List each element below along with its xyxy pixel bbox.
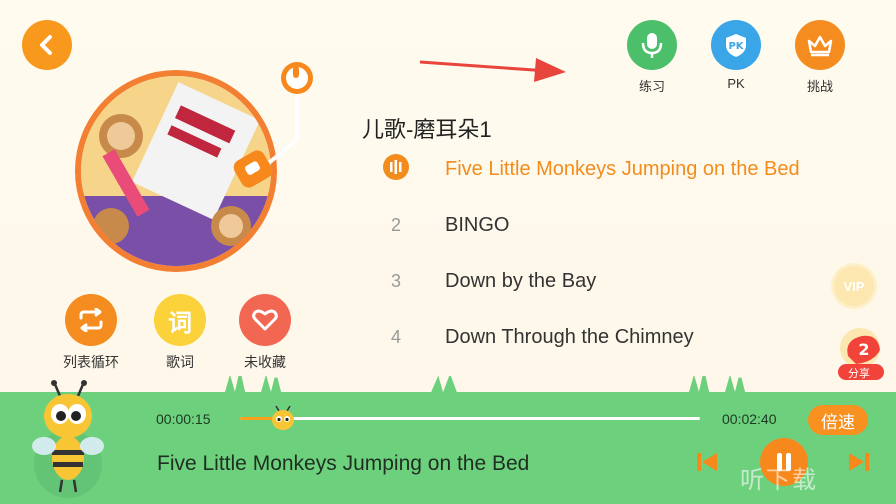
progress-thumb-bee-icon[interactable] [268, 405, 298, 431]
repeat-mode-label: 列表循环 [63, 354, 119, 370]
lyrics-button[interactable]: 词 歌词 [145, 294, 215, 372]
now-playing-icon [380, 153, 412, 186]
album-title: 儿歌-磨耳朵1 [362, 117, 492, 142]
track-number: 3 [390, 270, 401, 291]
now-playing-title: Five Little Monkeys Jumping on the Bed [157, 452, 530, 475]
challenge-label: 挑战 [806, 79, 833, 94]
track-item-1[interactable]: Five Little Monkeys Jumping on the Bed [380, 151, 850, 187]
repeat-icon [65, 294, 117, 346]
track-number: 4 [390, 326, 401, 347]
pk-shield-icon: PK [711, 20, 761, 70]
watermark-text: 听下载 [740, 466, 818, 494]
pk-label: PK [727, 76, 745, 91]
track-title: Down by the Bay [445, 269, 597, 292]
lyrics-icon: 词 [154, 294, 206, 346]
chevron-left-icon [40, 35, 52, 55]
back-button[interactable] [22, 20, 72, 70]
share-button[interactable]: 2 分享 [834, 322, 888, 382]
favorite-button[interactable]: 未收藏 [230, 294, 300, 372]
crown-icon [795, 20, 845, 70]
speed-button[interactable]: 倍速 [808, 405, 868, 435]
lyrics-label: 歌词 [166, 354, 194, 370]
vip-badge[interactable]: VIP [834, 266, 874, 306]
lyrics-glyph: 词 [168, 308, 192, 337]
total-time: 00:02:40 [722, 411, 777, 427]
track-item-2[interactable]: 2 BINGO [380, 207, 850, 243]
svg-text:PK: PK [728, 41, 744, 52]
microphone-icon [627, 20, 677, 70]
share-label: 分享 [848, 368, 870, 380]
track-number: 2 [390, 214, 401, 235]
track-title: BINGO [445, 213, 510, 236]
heart-icon [239, 294, 291, 346]
practice-label: 练习 [638, 79, 665, 94]
favorite-label: 未收藏 [244, 354, 286, 370]
svg-text:2: 2 [858, 340, 869, 359]
track-title: Down Through the Chimney [445, 325, 694, 348]
repeat-mode-button[interactable]: 列表循环 [56, 294, 126, 372]
next-button[interactable] [846, 450, 872, 474]
skip-next-icon [849, 453, 869, 471]
challenge-button[interactable]: 挑战 [790, 20, 850, 95]
bee-mascot-icon [32, 380, 104, 498]
track-item-3[interactable]: 3 Down by the Bay [380, 263, 850, 299]
progress-bar[interactable] [240, 417, 700, 420]
current-time: 00:00:15 [156, 411, 211, 427]
tonearm-icon [233, 62, 313, 188]
skip-previous-icon [697, 453, 717, 471]
pk-button[interactable]: PK PK [706, 20, 766, 91]
previous-button[interactable] [694, 450, 720, 474]
track-title: Five Little Monkeys Jumping on the Bed [445, 157, 800, 180]
track-item-4[interactable]: 4 Down Through the Chimney [380, 319, 850, 355]
player-screen: 列表循环 词 歌词 未收藏 练习 PK PK 挑战 儿歌-磨耳朵1 Five L… [0, 0, 896, 504]
practice-button[interactable]: 练习 [622, 20, 682, 95]
red-arrow-icon [419, 58, 566, 82]
